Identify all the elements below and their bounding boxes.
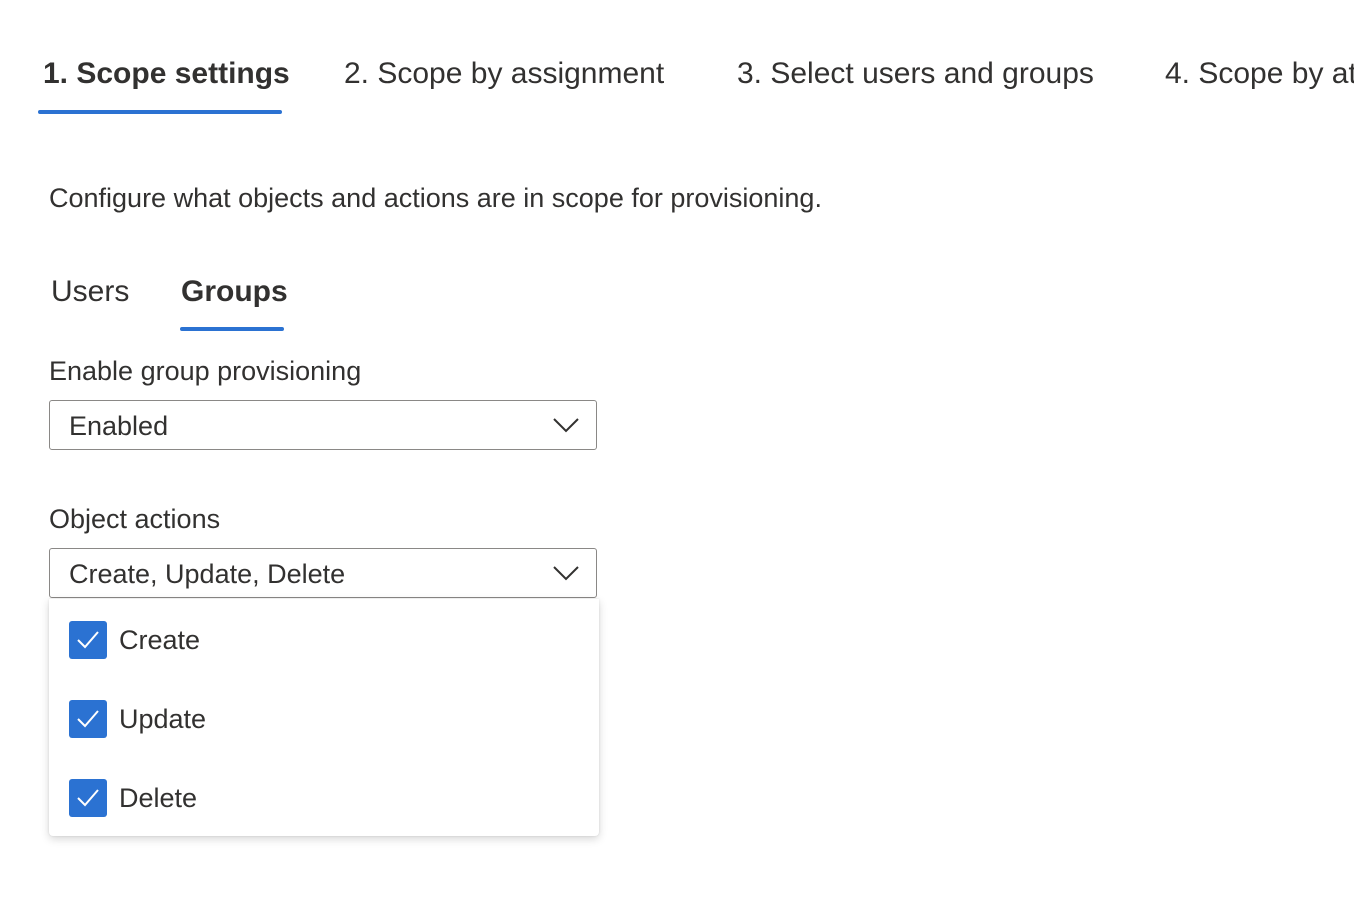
group-provisioning-dropdown[interactable]: Enabled: [49, 400, 597, 450]
group-provisioning-label: Enable group provisioning: [49, 356, 362, 386]
wizard-steps: 1. Scope settings 2. Scope by assignment…: [0, 0, 1354, 120]
checkmark-icon: [77, 789, 99, 807]
option-label: Update: [119, 704, 207, 734]
checkmark-icon: [77, 710, 99, 728]
active-tab-indicator: [180, 327, 284, 331]
step-select-users-and-groups[interactable]: 3. Select users and groups: [737, 52, 1094, 96]
option-label: Create: [119, 625, 201, 655]
active-step-indicator: [38, 110, 282, 114]
step-scope-settings[interactable]: 1. Scope settings: [43, 52, 290, 96]
object-actions-value: Create, Update, Delete: [69, 559, 346, 589]
update-checkbox[interactable]: [69, 700, 107, 738]
chevron-down-icon: [553, 566, 579, 581]
option-label: Delete: [119, 783, 198, 813]
scope-settings-page: 1. Scope settings 2. Scope by assignment…: [0, 0, 1354, 900]
group-provisioning-value: Enabled: [69, 411, 169, 441]
step-scope-by-assignment[interactable]: 2. Scope by assignment: [344, 52, 664, 96]
page-description: Configure what objects and actions are i…: [49, 183, 822, 213]
create-checkbox[interactable]: [69, 621, 107, 659]
option-create[interactable]: Create: [69, 619, 579, 659]
chevron-down-icon: [553, 418, 579, 433]
tab-users[interactable]: Users: [51, 272, 129, 312]
checkmark-icon: [77, 631, 99, 649]
delete-checkbox[interactable]: [69, 779, 107, 817]
object-actions-dropdown[interactable]: Create, Update, Delete: [49, 548, 597, 598]
tab-groups[interactable]: Groups: [181, 272, 288, 312]
step-scope-by-attribute[interactable]: 4. Scope by at: [1165, 52, 1354, 96]
object-actions-label: Object actions: [49, 504, 221, 534]
option-delete[interactable]: Delete: [69, 777, 579, 817]
option-update[interactable]: Update: [69, 698, 579, 738]
object-actions-options: Create Update Delete: [49, 599, 599, 836]
